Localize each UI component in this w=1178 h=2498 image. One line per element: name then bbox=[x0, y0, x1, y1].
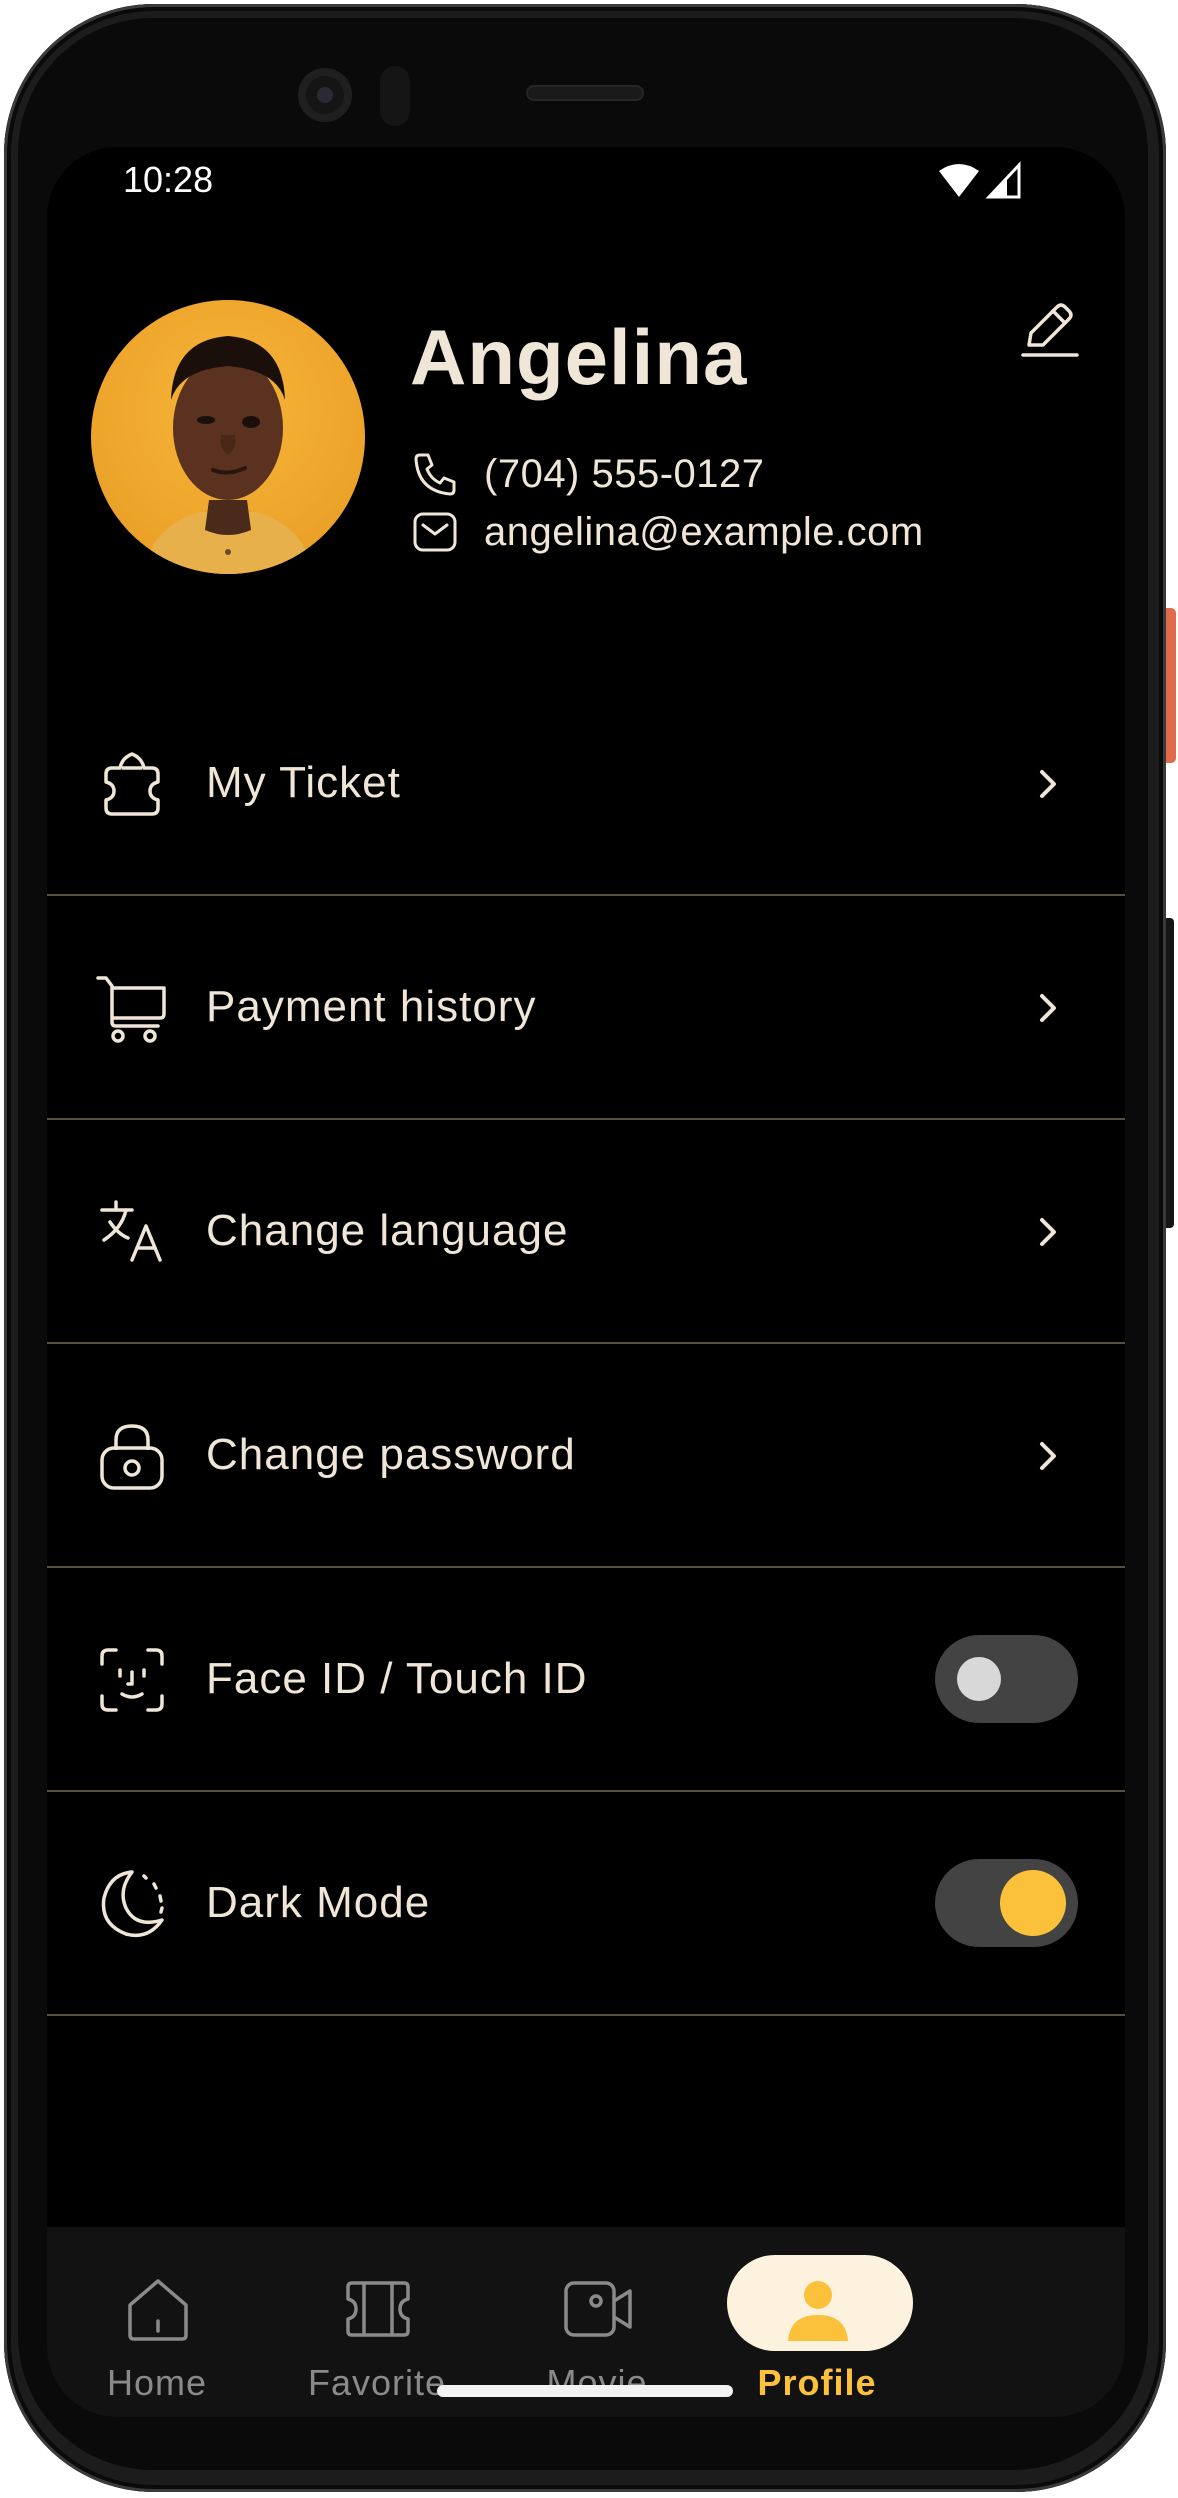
chevron-right-icon bbox=[1040, 1218, 1056, 1246]
lock-icon bbox=[100, 1424, 164, 1490]
ticket-icon bbox=[104, 752, 160, 816]
settings-menu: My Ticket Payment history Change languag… bbox=[47, 740, 1125, 2016]
translate-icon bbox=[100, 1200, 162, 1262]
pencil-icon bbox=[1021, 303, 1079, 357]
chevron-right-icon bbox=[1040, 1442, 1056, 1470]
ticket-icon bbox=[346, 2281, 410, 2337]
phone-row: (704) 555-0127 bbox=[410, 449, 765, 499]
avatar-portrait bbox=[143, 336, 313, 574]
avatar bbox=[91, 300, 365, 574]
menu-item-face-id: Face ID / Touch ID bbox=[47, 1568, 1125, 1792]
cellular-signal-icon bbox=[985, 161, 1021, 199]
nav-label: Home bbox=[106, 2362, 208, 2403]
menu-item-label: Payment history bbox=[206, 982, 537, 1031]
nav-item-profile[interactable]: Profile bbox=[707, 2227, 927, 2417]
menu-item-my-ticket[interactable]: My Ticket bbox=[47, 706, 1125, 896]
menu-item-label: My Ticket bbox=[206, 758, 401, 807]
nav-label: Movie bbox=[546, 2362, 648, 2403]
menu-item-dark-mode: Dark Mode bbox=[47, 1792, 1125, 2016]
face-id-icon bbox=[100, 1648, 164, 1712]
email-row: angelina@example.com bbox=[410, 507, 924, 557]
menu-item-label: Dark Mode bbox=[206, 1878, 431, 1927]
phone-frame: 10:28 Angelina (704) 555-0127 angelina@e… bbox=[0, 0, 1178, 2498]
toggle-knob bbox=[1000, 1870, 1066, 1936]
menu-item-label: Change password bbox=[206, 1430, 576, 1479]
menu-item-label: Change language bbox=[206, 1206, 569, 1255]
menu-item-change-language[interactable]: Change language bbox=[47, 1120, 1125, 1344]
mail-icon bbox=[413, 512, 457, 552]
home-icon bbox=[128, 2279, 188, 2341]
face-id-toggle[interactable] bbox=[935, 1635, 1078, 1723]
chevron-right-icon bbox=[1040, 770, 1056, 798]
menu-item-label: Face ID / Touch ID bbox=[206, 1654, 588, 1703]
volume-button bbox=[1166, 918, 1174, 1228]
chevron-right-icon bbox=[1040, 994, 1056, 1022]
email-address: angelina@example.com bbox=[484, 509, 924, 554]
earpiece-speaker bbox=[526, 85, 644, 101]
video-camera-icon bbox=[564, 2281, 632, 2337]
front-camera bbox=[298, 68, 352, 122]
toggle-knob bbox=[957, 1657, 1001, 1701]
phone-number: (704) 555-0127 bbox=[484, 451, 765, 496]
nav-item-home[interactable]: Home bbox=[47, 2227, 267, 2417]
phone-icon bbox=[414, 453, 456, 496]
nav-label: Profile bbox=[757, 2362, 877, 2403]
moon-icon bbox=[101, 1870, 164, 1938]
status-icons bbox=[939, 161, 1021, 199]
status-time: 10:28 bbox=[123, 159, 214, 200]
nav-label: Favorite bbox=[307, 2362, 447, 2403]
proximity-sensor bbox=[380, 66, 410, 126]
profile-name: Angelina bbox=[410, 313, 748, 401]
dark-mode-toggle[interactable] bbox=[935, 1859, 1078, 1947]
menu-item-change-password[interactable]: Change password bbox=[47, 1344, 1125, 1568]
app-screen: 10:28 Angelina (704) 555-0127 angelina@e… bbox=[47, 147, 1125, 2417]
cart-icon bbox=[96, 976, 166, 1043]
edit-profile-button[interactable] bbox=[1017, 297, 1083, 363]
user-icon bbox=[788, 2281, 848, 2341]
home-indicator[interactable] bbox=[437, 2385, 733, 2397]
status-bar: 10:28 bbox=[47, 147, 1125, 217]
power-button bbox=[1166, 608, 1176, 763]
menu-item-payment-history[interactable]: Payment history bbox=[47, 896, 1125, 1120]
wifi-icon bbox=[939, 164, 979, 197]
